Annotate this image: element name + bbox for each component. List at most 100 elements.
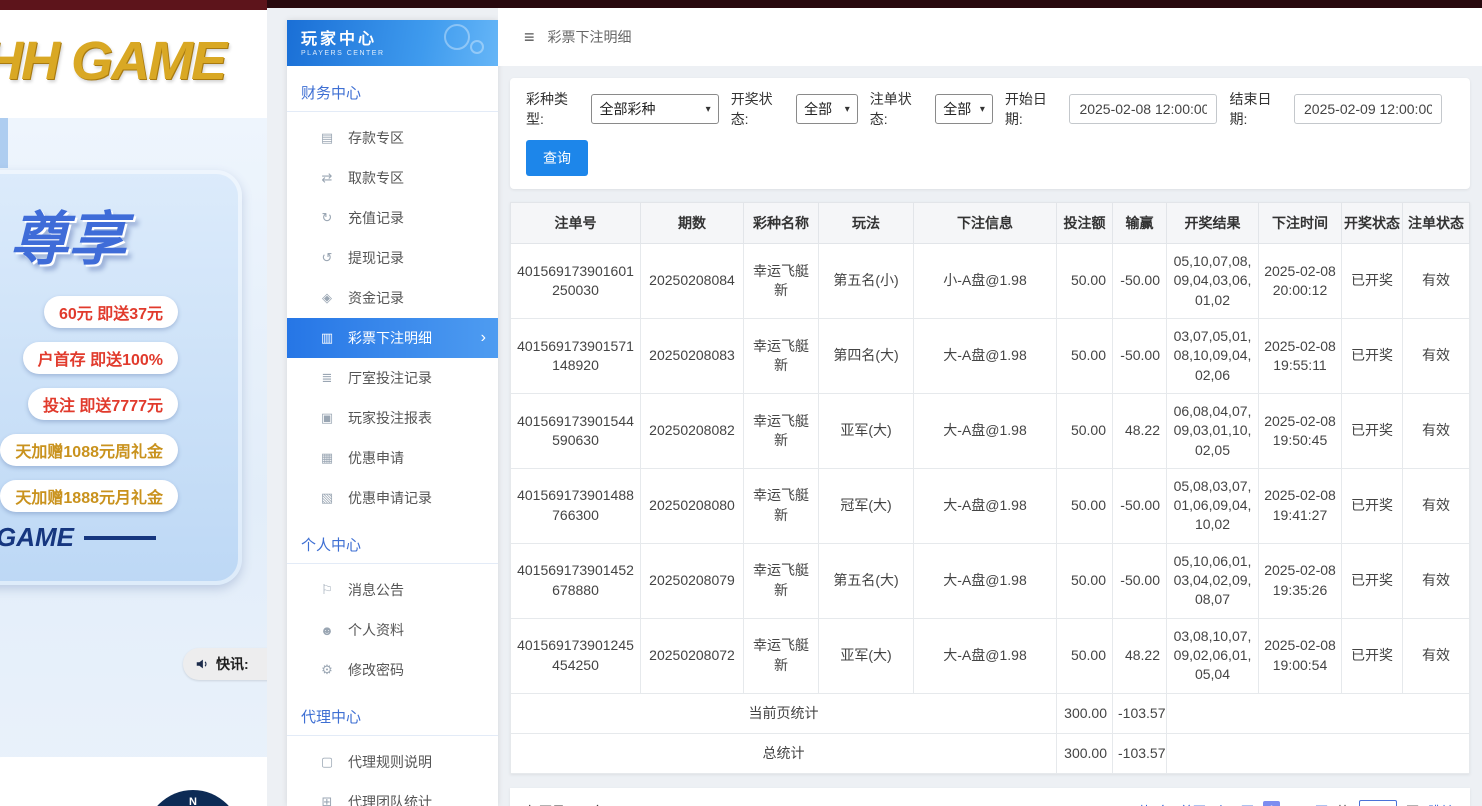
sidebar-item-hall-bet-records[interactable]: ≣厅室投注记录 [287,358,498,398]
cell-amount: 50.00 [1057,468,1113,543]
summary-row: 当前页统计300.00-103.57 [511,693,1470,733]
end-date-input[interactable] [1294,94,1442,124]
sidebar-item-change-password[interactable]: ⚙修改密码 [287,650,498,690]
jump-prefix-label: 第 [1337,801,1350,806]
draw-status-value: 全部 [804,99,832,119]
sidebar-item-label: 存款专区 [348,128,404,148]
sidebar-item-agent-rules[interactable]: ▢ 代理规则说明 [287,742,498,782]
sidebar-item-messages[interactable]: ⚐消息公告 [287,570,498,610]
cell-order_no: 401569173901544590630 [511,393,641,468]
prev-page-link[interactable]: 上一页 [1215,801,1254,806]
cell-play: 第五名(小) [819,244,914,319]
cell-period: 20250208080 [641,468,744,543]
cell-draw_status: 已开奖 [1342,393,1403,468]
hamburger-icon[interactable]: ≡ [524,27,535,48]
sidebar-item-label: 修改密码 [348,660,404,680]
draw-status-select[interactable]: 全部 ▾ [796,94,858,124]
summary-label: 总统计 [511,733,1057,773]
summary-label: 当前页统计 [511,693,1057,733]
sidebar-item-label: 代理团队统计 [348,792,432,806]
page-jump-input[interactable] [1359,800,1397,806]
sidebar-item-label: 优惠申请 [348,448,404,468]
promo-pill: 户首存 即送100% [23,342,178,374]
sidebar-item-agent-team-stats[interactable]: ⊞代理团队统计 [287,782,498,806]
cell-lottery: 幸运飞艇新 [744,393,819,468]
decor-strip [0,118,8,168]
cell-result: 03,08,10,07,09,02,06,01,05,04 [1167,618,1259,693]
lottery-type-select[interactable]: 全部彩种 ▾ [591,94,718,124]
next-page-link[interactable]: 下一页 [1289,801,1328,806]
sidebar-subtitle: PLAYERS CENTER [301,50,484,57]
cell-lottery: 幸运飞艇新 [744,318,819,393]
cell-play: 亚军(大) [819,618,914,693]
cell-period: 20250208083 [641,318,744,393]
summary-row: 总统计300.00-103.57 [511,733,1470,773]
order-status-select[interactable]: 全部 ▾ [935,94,993,124]
sidebar-item-promo-apply[interactable]: ▦优惠申请 [287,438,498,478]
cell-bet_time: 2025-02-08 19:00:54 [1259,618,1342,693]
cell-bet_info: 大-A盘@1.98 [914,468,1057,543]
cell-lottery: 幸运飞艇新 [744,244,819,319]
cell-result: 05,08,03,07,01,06,09,04,10,02 [1167,468,1259,543]
sidebar-item-recharge-records[interactable]: ↻充值记录 [287,198,498,238]
cell-draw_status: 已开奖 [1342,618,1403,693]
jump-button[interactable]: 跳转 [1428,801,1454,806]
sidebar-item-deposit-zone[interactable]: ▤存款专区 [287,118,498,158]
sidebar-item-withdrawal-records[interactable]: ↺提现记录 [287,238,498,278]
caret-down-icon: ▾ [706,104,711,115]
cell-draw_status: 已开奖 [1342,318,1403,393]
cell-order_status: 有效 [1403,244,1470,319]
total-count-text: 共6条 [1138,801,1171,806]
sidebar-item-funds-records[interactable]: ◈资金记录 [287,278,498,318]
sidebar-item-lottery-bet-details[interactable]: ▥彩票下注明细› [287,318,498,358]
sidebar-header: 玩家中心 PLAYERS CENTER [287,20,498,66]
jump-suffix-label: 页 [1406,801,1419,806]
lottery-type-label: 彩种类型: [526,89,585,129]
sidebar-sections: 财务中心▤存款专区⇄取款专区↻充值记录↺提现记录◈资金记录▥彩票下注明细›≣厅室… [287,70,498,806]
sidebar-item-label: 资金记录 [348,288,404,308]
table-row: 40156917390145267888020250208079幸运飞艇新第五名… [511,543,1470,618]
promo-pill: 投注 即送7777元 [28,388,178,420]
order-status-group: 注单状态: 全部 ▾ [870,89,993,129]
message-icon: ⚐ [319,582,335,598]
bet-table-wrap: 注单号期数彩种名称玩法下注信息投注额输赢开奖结果下注时间开奖状态注单状态 401… [510,202,1470,774]
cell-lottery: 幸运飞艇新 [744,543,819,618]
cell-result: 03,07,05,01,08,10,09,04,02,06 [1167,318,1259,393]
bet-table: 注单号期数彩种名称玩法下注信息投注额输赢开奖结果下注时间开奖状态注单状态 401… [510,202,1470,774]
cell-amount: 50.00 [1057,393,1113,468]
sidebar-item-label: 彩票下注明细 [348,328,432,348]
promo-record-icon: ▧ [319,490,335,506]
promo-pill: 60元 即送37元 [44,296,178,328]
sidebar-item-label: 厅室投注记录 [348,368,432,388]
agent-rules-icon: ▢ [319,754,335,770]
lottery-bet-icon: ▥ [319,330,335,346]
column-header: 玩法 [819,203,914,244]
cell-bet_time: 2025-02-08 19:41:27 [1259,468,1342,543]
table-row: 40156917390124545425020250208072幸运飞艇新亚军(… [511,618,1470,693]
current-page-badge[interactable]: 1 [1263,801,1280,806]
sidebar-item-player-bet-report[interactable]: ▣玩家投注报表 [287,398,498,438]
cell-result: 06,08,04,07,09,03,01,10,02,05 [1167,393,1259,468]
summary-empty [1167,693,1470,733]
query-button[interactable]: 查询 [526,140,588,176]
cell-win_loss: 48.22 [1113,393,1167,468]
sidebar-item-withdraw-zone[interactable]: ⇄取款专区 [287,158,498,198]
column-header: 输赢 [1113,203,1167,244]
column-header: 下注时间 [1259,203,1342,244]
sidebar-item-label: 代理规则说明 [348,752,432,772]
cell-lottery: 幸运飞艇新 [744,618,819,693]
cell-lottery: 幸运飞艇新 [744,468,819,543]
cell-play: 亚军(大) [819,393,914,468]
ticker-label: 快讯: [216,654,249,674]
first-page-link[interactable]: 首页 [1180,801,1206,806]
promo-pill: 天加赠1888元月礼金 [0,480,178,512]
cell-win_loss: 48.22 [1113,618,1167,693]
cell-bet_info: 小-A盘@1.98 [914,244,1057,319]
sidebar-item-promo-apply-records[interactable]: ▧优惠申请记录 [287,478,498,518]
table-body: 40156917390160125003020250208084幸运飞艇新第五名… [511,244,1470,774]
sidebar-item-profile[interactable]: ☻个人资料 [287,610,498,650]
start-date-input[interactable] [1069,94,1217,124]
cell-order_status: 有效 [1403,618,1470,693]
sidebar: 玩家中心 PLAYERS CENTER 财务中心▤存款专区⇄取款专区↻充值记录↺… [287,20,498,806]
cell-order_status: 有效 [1403,318,1470,393]
